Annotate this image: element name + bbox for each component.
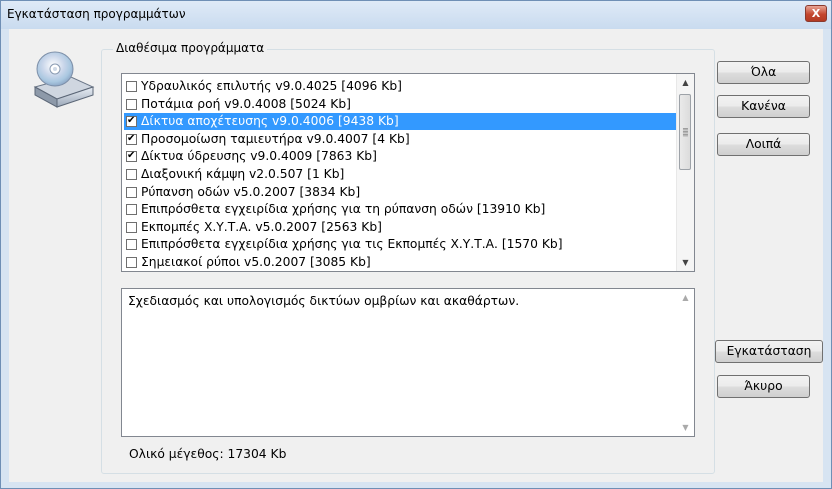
scroll-down-arrow-icon[interactable]: ▼ [677,254,694,271]
scroll-up-arrow-icon[interactable]: ▲ [677,74,694,91]
install-button[interactable]: Εγκατάσταση [715,340,823,363]
program-checkbox[interactable] [126,98,137,110]
program-list-item[interactable]: Επιπρόσθετα εγχειρίδια χρήσης για τις Εκ… [124,236,676,253]
dialog-body: Διαθέσιμα προγράμματα Σημειακοί ρύποι v5… [9,29,823,482]
program-checkbox[interactable] [126,204,137,216]
program-list-item[interactable]: Υδραυλικός επιλυτής v9.0.4025 [4096 Kb] [124,78,676,95]
program-label: Σημειακοί ρύποι v5.0.2007 [3085 Kb] [141,255,371,269]
program-list[interactable]: Σημειακοί ρύποι v5.0.2007 [3085 Kb] Επιπρ… [121,73,695,272]
program-checkbox[interactable] [126,257,137,268]
program-checkbox[interactable] [126,81,137,92]
cancel-button[interactable]: Άκυρο [717,375,810,398]
program-label: Ρύπανση οδών v5.0.2007 [3834 Kb] [141,184,361,199]
program-label: Επιπρόσθετα εγχειρίδια χρήσης για τις Εκ… [141,237,563,252]
program-checkbox[interactable] [126,149,137,163]
rest-button[interactable]: Λοιπά [717,133,810,156]
scroll-up-arrow-icon[interactable]: ▲ [677,289,694,306]
program-label: Υδραυλικός επιλυτής v9.0.4025 [4096 Kb] [141,79,402,93]
program-label: Ποτάμια ροή v9.0.4008 [5024 Kb] [141,96,351,111]
program-checkbox[interactable] [126,132,137,145]
title-bar[interactable]: Εγκατάσταση προγραμμάτων X [1,1,831,29]
select-all-button[interactable]: Όλα [717,61,810,84]
program-label: Προσομοίωση ταμιευτήρα v9.0.4007 [4 Kb] [141,131,410,146]
program-checkbox[interactable] [126,114,137,128]
scroll-down-arrow-icon[interactable]: ▼ [677,419,694,436]
program-label: Εκπομπές Χ.Υ.Τ.Α. v5.0.2007 [2563 Kb] [141,219,382,234]
window-title: Εγκατάσταση προγραμμάτων [7,7,186,21]
program-checkbox[interactable] [126,221,137,233]
program-list-item[interactable]: Επιπρόσθετα εγχειρίδια χρήσης για τη ρύπ… [124,201,676,218]
program-checkbox[interactable] [126,186,137,198]
close-button[interactable]: X [805,5,827,22]
grip-icon: ═ ═ ═ [683,125,688,140]
program-list-item[interactable]: Ρύπανση οδών v5.0.2007 [3834 Kb] [124,184,676,201]
program-list-item[interactable]: Εκπομπές Χ.Υ.Τ.Α. v5.0.2007 [2563 Kb] [124,219,676,236]
program-list-item[interactable]: Σημειακοί ρύποι v5.0.2007 [3085 Kb] [124,254,676,271]
description-scrollbar[interactable]: ▲ ▼ [677,289,694,436]
total-size: Ολικό μέγεθος: 17304 Kb [129,447,287,461]
program-label: Επιπρόσθετα εγχειρίδια χρήσης για τη ρύπ… [141,202,546,217]
program-list-item[interactable]: Προσομοίωση ταμιευτήρα v9.0.4007 [4 Kb] [124,131,676,148]
program-list-item[interactable]: Δίκτυα ύδρευσης v9.0.4009 [7863 Kb] [124,148,676,165]
program-checkbox[interactable] [126,169,137,180]
program-list-item[interactable]: Δίκτυα αποχέτευσης v9.0.4006 [9438 Kb] [124,113,676,131]
program-label: Δίκτυα ύδρευσης v9.0.4009 [7863 Kb] [141,149,377,164]
program-description: Σχεδιασμός και υπολογισμός δικτύων ομβρί… [128,294,520,308]
cd-drive-icon [33,51,95,108]
installer-window: Εγκατάσταση προγραμμάτων X Διαθέσιμα προ… [0,0,832,489]
program-list-item[interactable]: Ποτάμια ροή v9.0.4008 [5024 Kb] [124,96,676,113]
available-programs-label: Διαθέσιμα προγράμματα [113,41,268,55]
program-list-scrollbar[interactable]: ▲ ═ ═ ═ ▼ [676,74,694,271]
program-label: Δίκτυα αποχέτευσης v9.0.4006 [9438 Kb] [141,114,399,129]
program-description-box[interactable]: Σχεδιασμός και υπολογισμός δικτύων ομβρί… [121,288,695,437]
program-checkbox[interactable] [126,239,137,251]
select-none-button[interactable]: Κανένα [717,95,810,118]
program-list-item[interactable]: Διαξονική κάμψη v2.0.507 [1 Kb] [124,166,676,183]
scrollbar-thumb[interactable]: ═ ═ ═ [679,94,691,170]
program-label: Διαξονική κάμψη v2.0.507 [1 Kb] [141,167,345,181]
